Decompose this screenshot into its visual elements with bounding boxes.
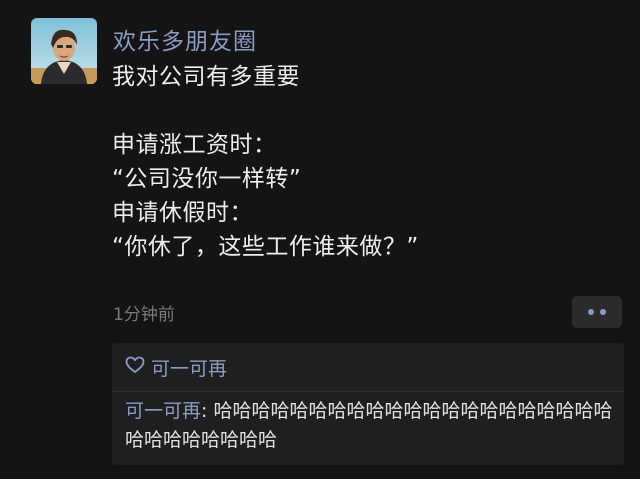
- post-content-line: “你休了，这些工作谁来做？”: [112, 234, 419, 260]
- dot-icon: [600, 309, 606, 315]
- commenter-name[interactable]: 可一可再: [125, 400, 201, 422]
- comment-separator: :: [201, 400, 214, 422]
- likes-row: 可一可再: [125, 353, 227, 381]
- moments-post: 欢乐多朋友圈 我对公司有多重要 申请涨工资时： “公司没你一样转” 申请休假时：…: [0, 0, 640, 479]
- post-content-line: 申请涨工资时：: [112, 132, 277, 158]
- post-content: 我对公司有多重要 申请涨工资时： “公司没你一样转” 申请休假时： “你休了，这…: [112, 60, 612, 264]
- avatar[interactable]: [31, 18, 97, 84]
- post-content-line: “公司没你一样转”: [112, 166, 302, 192]
- divider: [112, 391, 624, 392]
- post-timestamp: 1分钟前: [113, 305, 175, 325]
- more-actions-button[interactable]: [572, 296, 622, 328]
- post-author-name[interactable]: 欢乐多朋友圈: [113, 22, 257, 56]
- heart-outline-icon: [125, 356, 145, 379]
- comment-item[interactable]: 可一可再: 哈哈哈哈哈哈哈哈哈哈哈哈哈哈哈哈哈哈哈哈哈哈哈哈哈哈哈哈哈: [125, 397, 615, 455]
- post-content-line: [112, 94, 612, 128]
- likes-comments-panel: 可一可再 可一可再: 哈哈哈哈哈哈哈哈哈哈哈哈哈哈哈哈哈哈哈哈哈哈哈哈哈哈哈哈哈: [112, 343, 624, 465]
- post-content-line: 申请休假时：: [112, 200, 253, 226]
- liker-name[interactable]: 可一可再: [151, 354, 227, 381]
- dot-icon: [588, 309, 594, 315]
- post-content-line: 我对公司有多重要: [112, 64, 300, 90]
